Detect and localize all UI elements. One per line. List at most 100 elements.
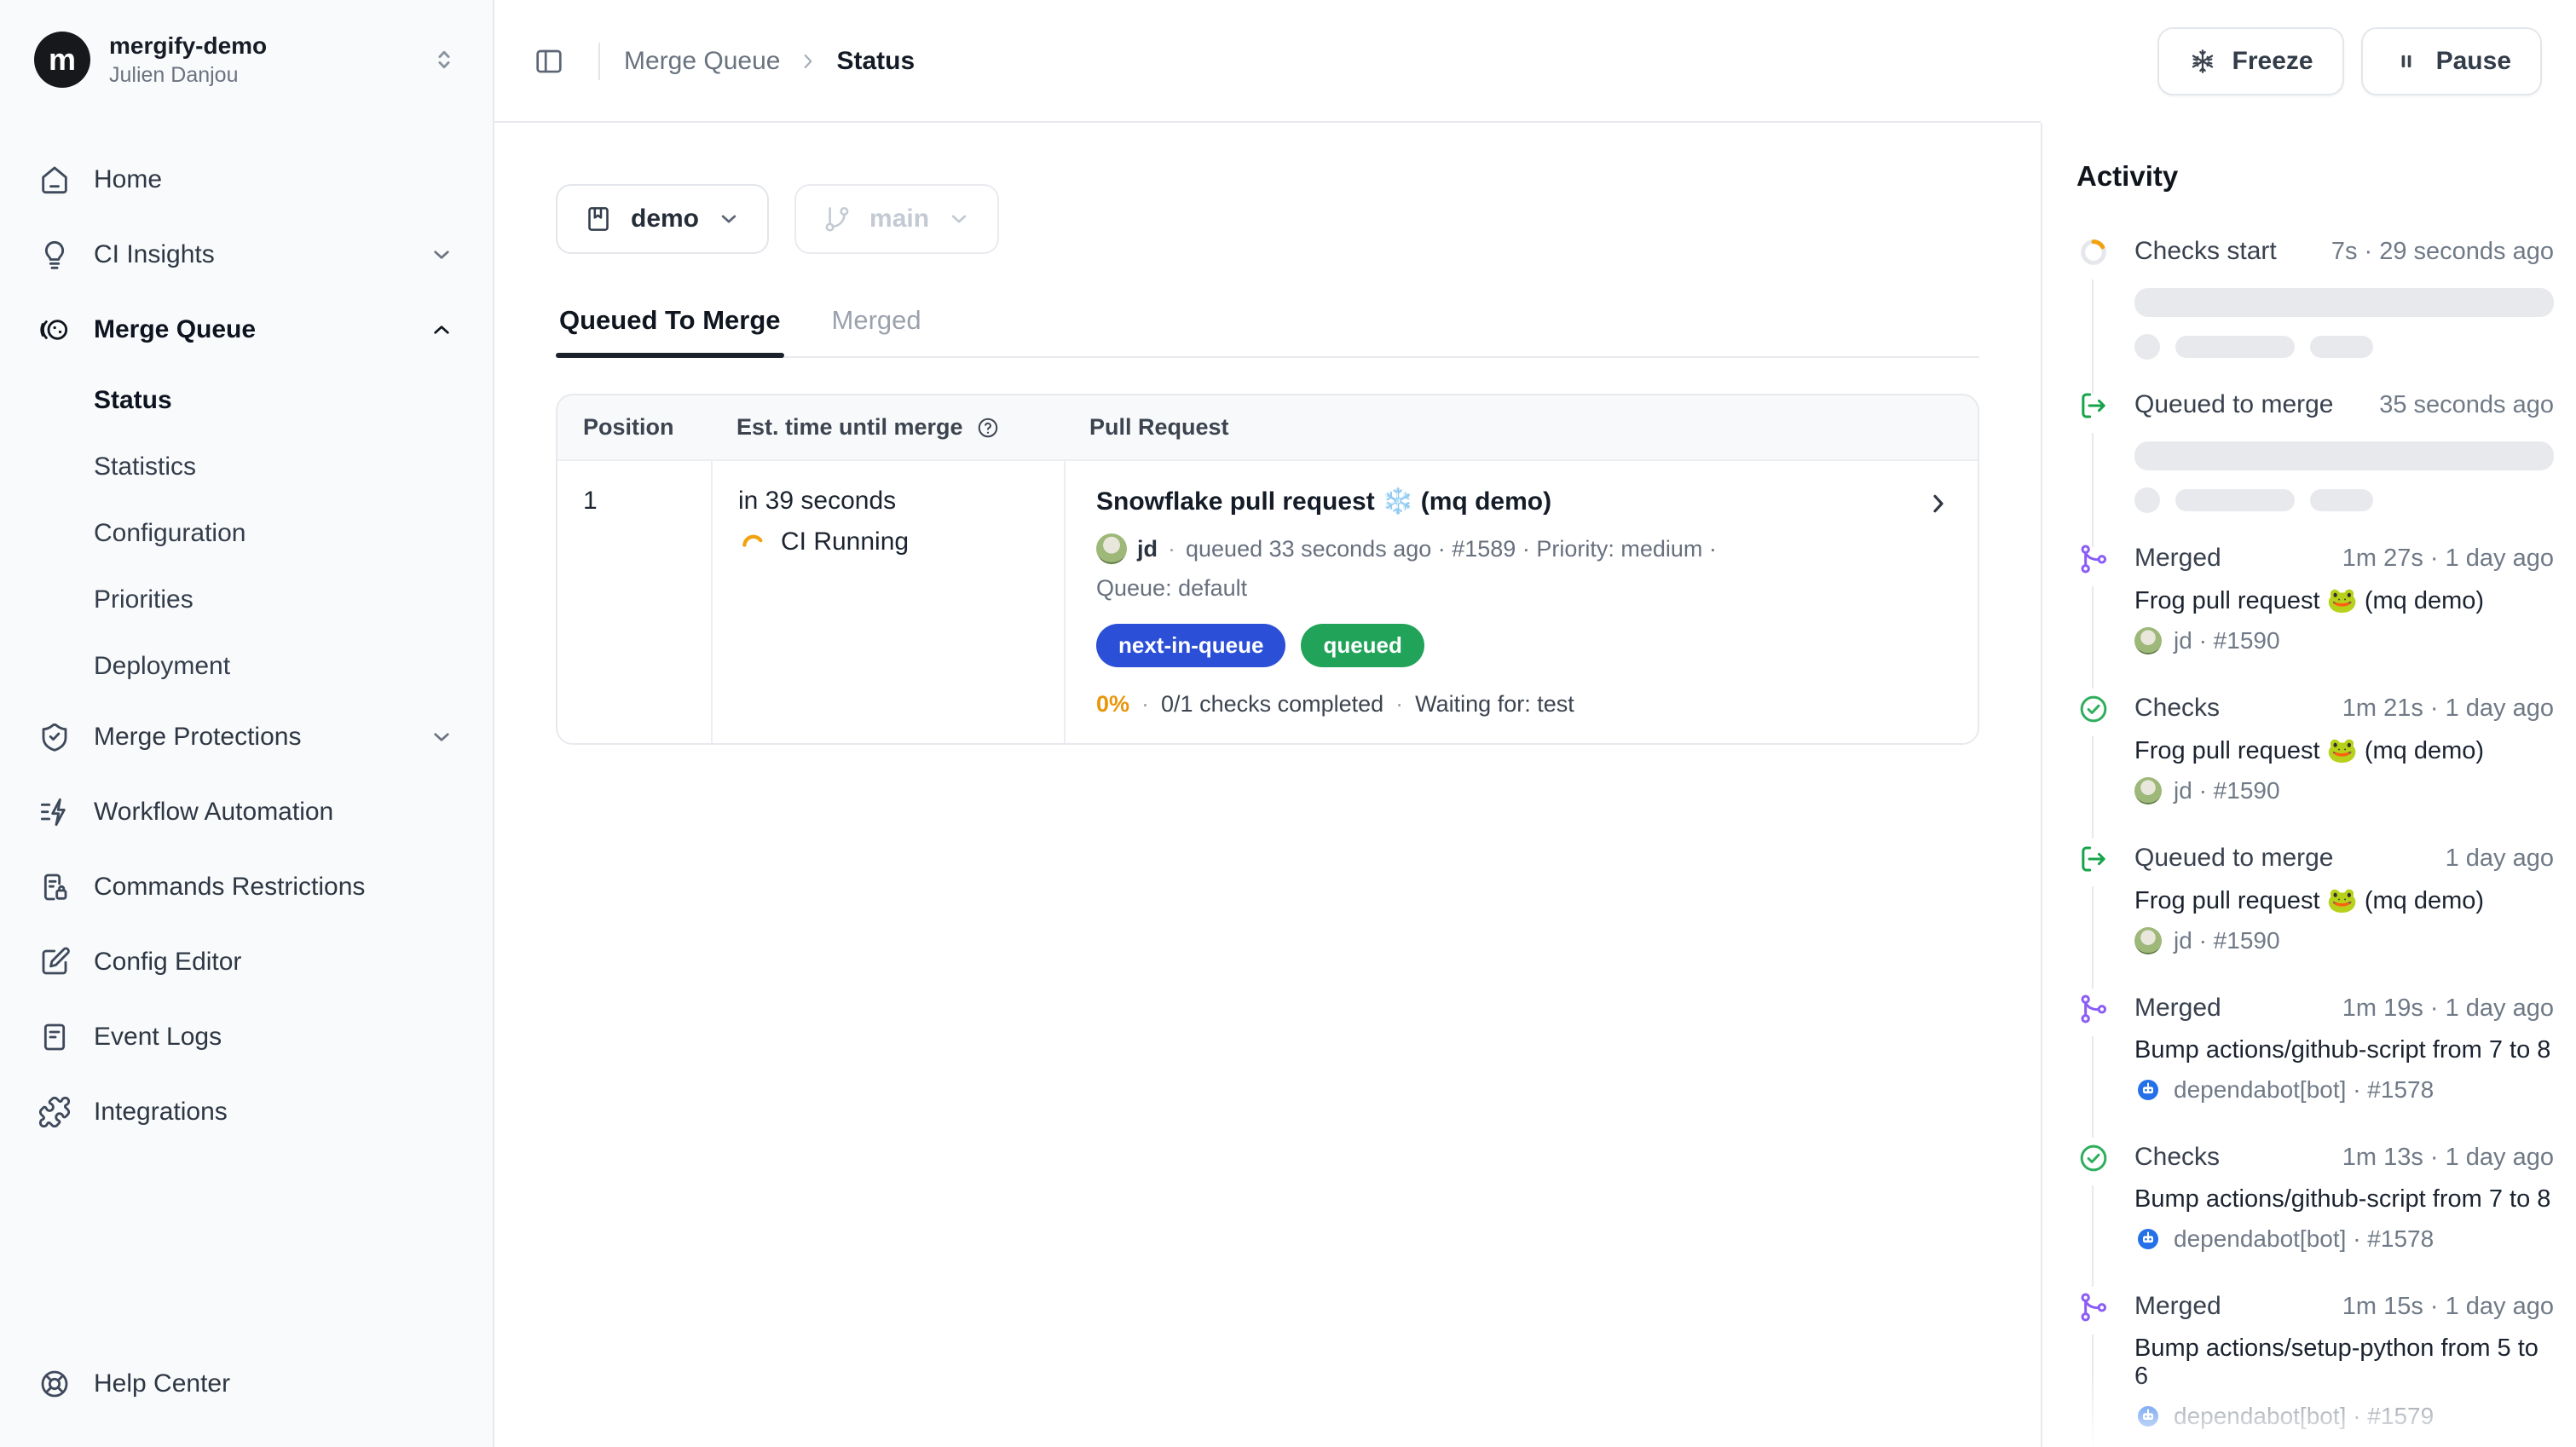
activity-item-queued-to-merge: Queued to merge35 seconds ago (2076, 390, 2554, 513)
activity-label: Merged (2134, 544, 2221, 573)
activity-item-merged[interactable]: Merged1m 15s · 1 day agoBump actions/set… (2076, 1292, 2554, 1430)
activity-item-checks[interactable]: Checks1m 13s · 1 day agoBump actions/git… (2076, 1143, 2554, 1253)
activity-item-checks[interactable]: Checks1m 21s · 1 day agoFrog pull reques… (2076, 694, 2554, 804)
chevron-down-icon (946, 206, 972, 232)
chevron-down-icon (428, 724, 455, 751)
sidebar-item-merge-protections[interactable]: Merge Protections (20, 701, 472, 773)
skeleton-row (2134, 487, 2554, 513)
activity-label: Merged (2134, 1292, 2221, 1321)
activity-time: 1m 15s · 1 day ago (2342, 1293, 2554, 1321)
merge-queue-icon (38, 313, 72, 347)
activity-time: 1m 19s · 1 day ago (2342, 994, 2554, 1023)
skeleton-avatar (2134, 487, 2160, 513)
git-merge-icon (2076, 992, 2111, 1026)
skeleton-bar (2310, 489, 2373, 511)
chevron-right-icon[interactable] (1925, 490, 1952, 517)
git-merge-icon (2076, 1290, 2111, 1324)
cell-position: 1 (557, 461, 711, 743)
org-switcher[interactable]: m mergify-demo Julien Danjou (20, 17, 472, 103)
sidebar: m mergify-demo Julien Danjou Home CI Insi… (0, 0, 494, 1447)
sidebar-item-ci-insights[interactable]: CI Insights (20, 219, 472, 291)
activity-time: 7s · 29 seconds ago (2331, 238, 2554, 266)
tab-merged[interactable]: Merged (829, 305, 925, 356)
activity-label: Checks (2134, 694, 2220, 723)
queue-in-icon (2076, 389, 2111, 423)
chevron-down-icon (716, 206, 742, 232)
activity-item-merged[interactable]: Merged1m 27s · 1 day agoFrog pull reques… (2076, 544, 2554, 654)
pause-label: Pause (2436, 47, 2511, 76)
breadcrumb-merge-queue[interactable]: Merge Queue (624, 47, 780, 76)
edit-icon (38, 945, 72, 979)
pr-author: jd (1137, 532, 1158, 567)
tab-queued-to-merge[interactable]: Queued To Merge (556, 305, 784, 356)
sidebar-item-help-center[interactable]: Help Center (20, 1348, 472, 1420)
activity-label: Checks (2134, 1143, 2220, 1172)
activity-time: 1m 27s · 1 day ago (2342, 545, 2554, 573)
activity-time: 1 day ago (2446, 845, 2554, 873)
queue-row[interactable]: 1 in 39 seconds CI Running Snowflake pul… (557, 459, 1978, 743)
activity-title: Activity (2076, 160, 2554, 193)
main-content: demo main Queued To Merge Merged Po (494, 123, 2041, 1447)
sidebar-item-config-editor[interactable]: Config Editor (20, 926, 472, 998)
topbar-divider (598, 43, 600, 80)
chevron-down-icon (428, 241, 455, 268)
sidebar-item-label: Workflow Automation (94, 798, 333, 827)
sidebar-item-label: Merge Queue (94, 315, 256, 344)
dependabot-icon (2134, 1225, 2162, 1253)
sidebar-subitem-priorities[interactable]: Priorities (20, 568, 472, 631)
home-icon (38, 163, 72, 197)
org-user: Julien Danjou (109, 61, 267, 89)
activity-item-queued-to-merge[interactable]: Queued to merge1 day agoFrog pull reques… (2076, 844, 2554, 954)
sidebar-item-commands-restrictions[interactable]: Commands Restrictions (20, 851, 472, 923)
pause-button[interactable]: Pause (2361, 27, 2542, 95)
chevron-right-icon (797, 50, 819, 72)
activity-item-merged[interactable]: Merged1m 19s · 1 day agoBump actions/git… (2076, 994, 2554, 1104)
pr-queue: Queue: default (1096, 575, 1906, 602)
sidebar-item-home[interactable]: Home (20, 144, 472, 216)
dependabot-icon (2134, 1403, 2162, 1430)
sidebar-subitem-deployment[interactable]: Deployment (20, 635, 472, 698)
column-pull-request: Pull Request (1064, 395, 1978, 459)
sidebar-item-label: Merge Protections (94, 723, 301, 752)
file-text-icon (38, 1020, 72, 1054)
pause-icon (2392, 47, 2421, 76)
pr-status: 0% · 0/1 checks completed · Waiting for:… (1096, 691, 1906, 718)
sidebar-toggle-button[interactable] (523, 36, 575, 87)
sidebar-item-label: Home (94, 165, 162, 194)
activity-pr-author: dependabot[bot] · #1578 (2134, 1076, 2554, 1104)
sidebar-item-label: Event Logs (94, 1023, 222, 1052)
breadcrumb-status: Status (836, 47, 915, 76)
sidebar-nav: Home CI Insights Merge Queue StatusStatisti… (20, 144, 472, 1148)
branch-select[interactable]: main (794, 184, 999, 254)
sidebar-subitem-configuration[interactable]: Configuration (20, 502, 472, 565)
panel-left-icon (533, 45, 565, 78)
shield-check-icon (38, 720, 72, 754)
queue-table: Position Est. time until merge Pull Requ… (556, 394, 1979, 745)
pr-title[interactable]: Snowflake pull request ❄️ (mq demo) (1096, 487, 1906, 516)
activity-panel: Activity Checks start7s · 29 seconds ago… (2041, 123, 2576, 1447)
sidebar-item-event-logs[interactable]: Event Logs (20, 1001, 472, 1073)
filters: demo main (556, 184, 1979, 254)
freeze-button[interactable]: Freeze (2157, 27, 2344, 95)
skeleton-bar (2310, 336, 2373, 358)
skeleton-bar (2134, 441, 2554, 470)
sidebar-item-label: Config Editor (94, 948, 241, 977)
pause-icon (2392, 47, 2421, 76)
selector-icon (430, 45, 459, 74)
sidebar-subitem-status[interactable]: Status (20, 369, 472, 432)
chevron-down-icon (946, 206, 972, 232)
activity-pr-author: dependabot[bot] · #1578 (2134, 1225, 2554, 1253)
sidebar-subitem-statistics[interactable]: Statistics (20, 435, 472, 499)
sidebar-item-merge-queue[interactable]: Merge Queue (20, 294, 472, 366)
waiting-for: Waiting for: test (1415, 691, 1574, 718)
sidebar-item-workflow-automation[interactable]: Workflow Automation (20, 776, 472, 848)
activity-label: Merged (2134, 994, 2221, 1023)
repository-select[interactable]: demo (556, 184, 769, 254)
sidebar-item-integrations[interactable]: Integrations (20, 1076, 472, 1148)
selector-icon (430, 45, 459, 74)
help-icon[interactable] (975, 415, 1001, 441)
skeleton-row (2134, 334, 2554, 360)
org-name: mergify-demo (109, 31, 267, 61)
dependabot-icon (2134, 1076, 2162, 1104)
freeze-label: Freeze (2232, 47, 2313, 76)
